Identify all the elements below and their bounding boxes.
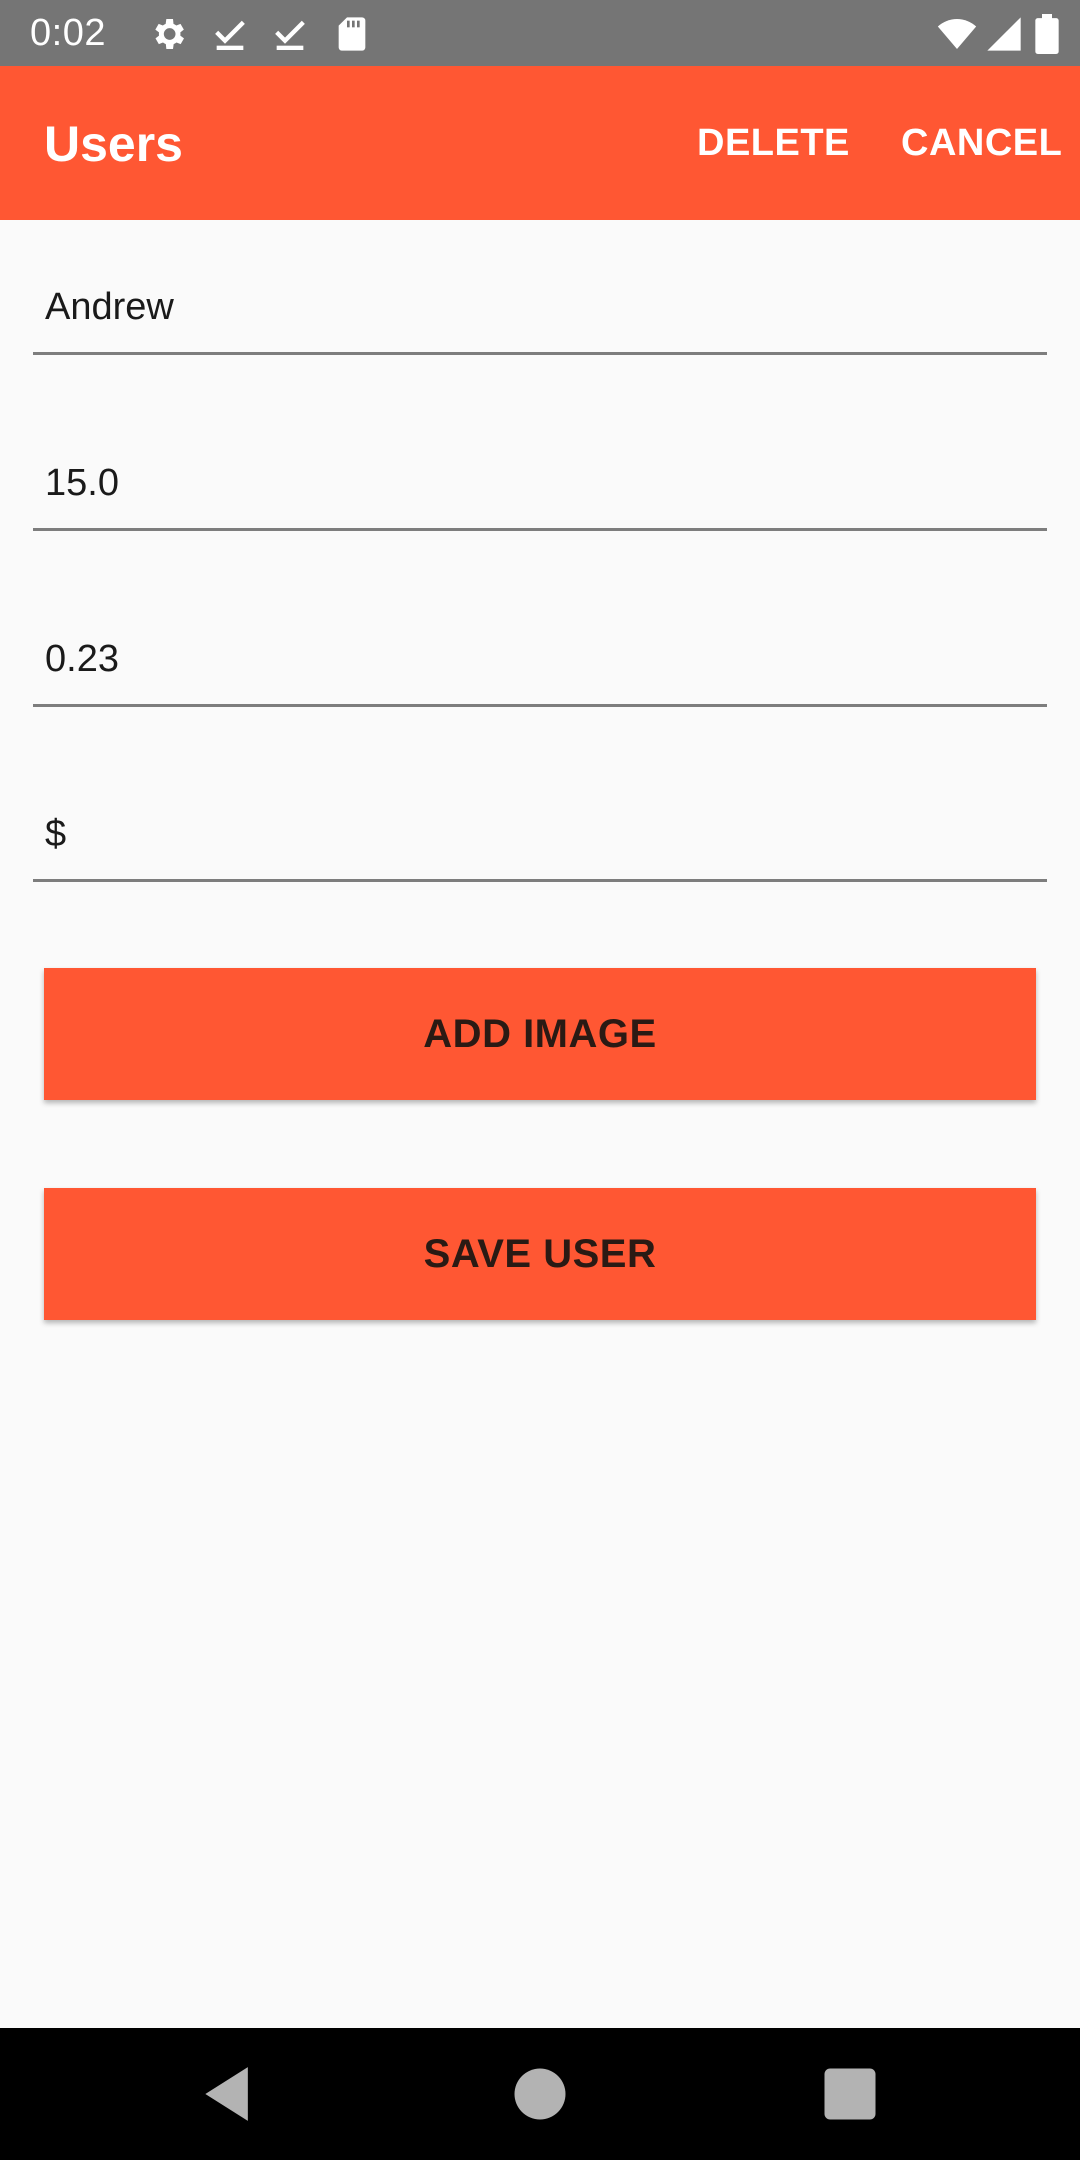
settings-icon xyxy=(148,14,188,54)
recents-icon[interactable] xyxy=(816,2060,884,2128)
number-field-value: 15.0 xyxy=(45,462,119,504)
back-icon[interactable] xyxy=(194,2060,262,2128)
checkmark-download-icon xyxy=(270,14,310,54)
status-bar: 0:02 xyxy=(0,0,1080,66)
navigation-bar xyxy=(0,2028,1080,2160)
cancel-button[interactable]: CANCEL xyxy=(901,118,1062,168)
checkmark-download-icon xyxy=(210,14,250,54)
save-user-button[interactable]: SAVE USER xyxy=(44,1188,1036,1320)
sd-card-icon xyxy=(332,14,372,54)
battery-icon xyxy=(1034,14,1060,54)
page-title: Users xyxy=(44,116,183,172)
name-field-value: Andrew xyxy=(45,286,174,328)
decimal-field-value: 0.23 xyxy=(45,638,119,680)
app-bar: Users DELETE CANCEL xyxy=(0,66,1080,220)
home-icon[interactable] xyxy=(506,2060,574,2128)
name-field[interactable]: Andrew xyxy=(33,272,1047,355)
delete-button[interactable]: DELETE xyxy=(697,118,850,168)
decimal-field[interactable]: 0.23 xyxy=(33,624,1047,707)
status-time: 0:02 xyxy=(30,12,106,54)
wifi-icon xyxy=(934,14,980,54)
amount-field[interactable]: $ xyxy=(33,799,1047,882)
add-image-button[interactable]: ADD IMAGE xyxy=(44,968,1036,1100)
number-field[interactable]: 15.0 xyxy=(33,448,1047,531)
amount-field-value: $ xyxy=(45,813,67,855)
cell-signal-icon xyxy=(984,14,1024,54)
